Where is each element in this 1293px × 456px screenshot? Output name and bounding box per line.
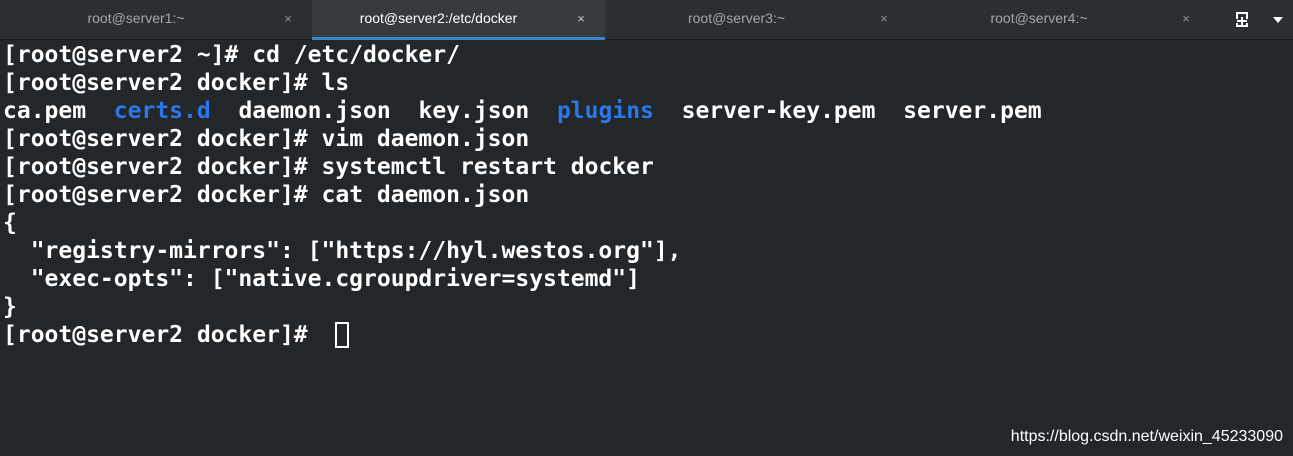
tab-close-icon[interactable]: ×: [280, 0, 296, 37]
terminal-output[interactable]: [root@server2 ~]# cd /etc/docker/ [root@…: [0, 40, 1293, 456]
tab-server2[interactable]: root@server2:/etc/docker ×: [312, 0, 605, 40]
tab-label: root@server2:/etc/docker: [359, 10, 518, 26]
command-text: ls: [321, 70, 350, 96]
file-entry: daemon.json: [238, 98, 391, 124]
tab-bar: root@server1:~ × root@server2:/etc/docke…: [0, 0, 1293, 40]
tab-server1[interactable]: root@server1:~ ×: [0, 0, 312, 40]
ls-output-line: ca.pem certs.d daemon.json key.json plug…: [3, 97, 1042, 125]
prompt: [root@server2 ~]#: [3, 42, 253, 68]
chevron-down-icon: [1272, 17, 1283, 23]
command-text: cat daemon.json: [321, 182, 530, 208]
directory-entry: plugins: [556, 98, 654, 124]
tab-label: root@server3:~: [687, 10, 786, 26]
tab-close-icon[interactable]: ×: [876, 0, 892, 37]
file-entry: server-key.pem: [681, 98, 876, 124]
prompt: [root@server2 docker]#: [3, 322, 322, 348]
prompt: [root@server2 docker]#: [3, 126, 322, 152]
terminal-line: [root@server2 docker]#: [3, 321, 349, 349]
command-text: systemctl restart docker: [321, 154, 654, 180]
tab-label: root@server1:~: [87, 10, 185, 26]
watermark: https://blog.csdn.net/weixin_45233090: [1010, 428, 1283, 445]
terminal-line: [root@server2 docker]# vim daemon.json: [3, 125, 529, 153]
prompt: [root@server2 docker]#: [3, 154, 322, 180]
file-entry: server.pem: [903, 98, 1042, 124]
output-line: {: [3, 210, 17, 236]
directory-entry: certs.d: [113, 98, 211, 124]
new-tab-button[interactable]: [1222, 0, 1262, 40]
terminal-line: [root@server2 docker]# ls: [3, 69, 349, 97]
menu-button[interactable]: [1262, 0, 1293, 40]
file-entry: ca.pem: [3, 98, 87, 124]
prompt: [root@server2 docker]#: [3, 70, 322, 96]
tab-close-icon[interactable]: ×: [1178, 0, 1194, 37]
tab-server3[interactable]: root@server3:~ ×: [605, 0, 908, 40]
text-cursor: [334, 322, 349, 348]
output-line: }: [3, 294, 17, 320]
terminal-line: [root@server2 docker]# cat daemon.json: [3, 181, 529, 209]
command-text: cd /etc/docker/: [252, 42, 460, 68]
tab-close-icon[interactable]: ×: [573, 0, 589, 37]
command-text: vim daemon.json: [321, 126, 530, 152]
terminal-line: [root@server2 docker]# systemctl restart…: [3, 153, 654, 181]
tab-label: root@server4:~: [990, 10, 1088, 26]
new-tab-icon: [1234, 12, 1250, 27]
file-entry: key.json: [418, 98, 530, 124]
output-line: "exec-opts": ["native.cgroupdriver=syste…: [3, 266, 640, 292]
prompt: [root@server2 docker]#: [3, 182, 322, 208]
tab-server4[interactable]: root@server4:~ ×: [908, 0, 1210, 40]
terminal-line: [root@server2 ~]# cd /etc/docker/: [3, 41, 460, 69]
output-line: "registry-mirrors": ["https://hyl.westos…: [3, 238, 682, 264]
terminal-window: root@server1:~ × root@server2:/etc/docke…: [0, 0, 1293, 456]
